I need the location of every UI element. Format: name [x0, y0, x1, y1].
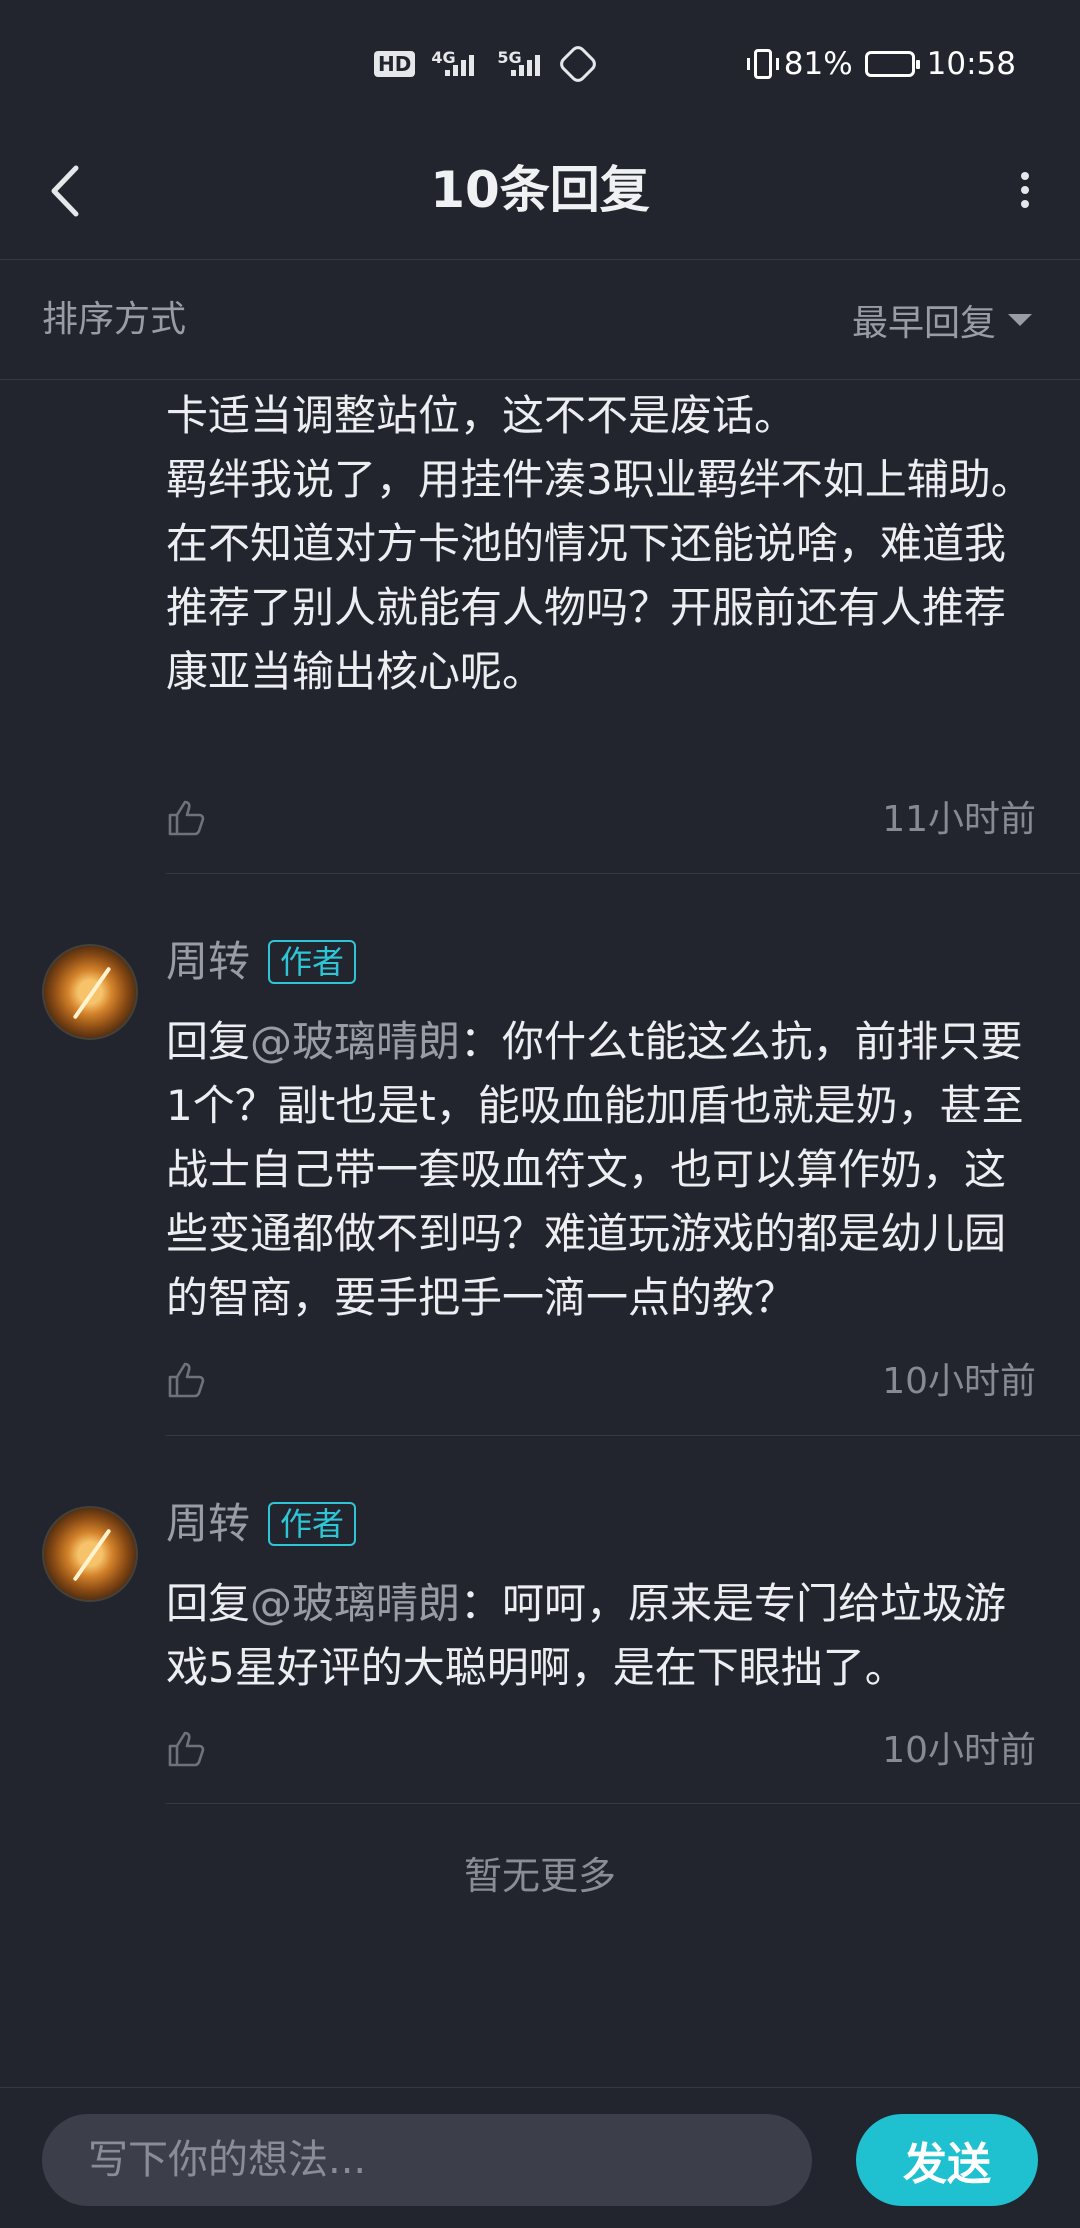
avatar[interactable] [42, 1506, 138, 1602]
hd-badge: HD [374, 51, 416, 77]
thumbs-up-icon[interactable] [166, 1360, 206, 1400]
no-more-label: 暂无更多 [463, 1854, 616, 1898]
comment-time: 11小时前 [882, 799, 1036, 840]
mention-link[interactable]: @玻璃晴朗 [250, 1579, 460, 1628]
gesture-icon [557, 42, 600, 86]
divider [166, 1435, 1080, 1436]
chevron-left-icon [51, 165, 79, 217]
comment-time: 10小时前 [882, 1730, 1036, 1771]
page-title: 10条回复 [430, 161, 650, 219]
reply-prefix: 回复 [166, 1579, 251, 1628]
comment-footer: 10小时前 [166, 1721, 1036, 1781]
thumbs-up-icon[interactable] [166, 1729, 206, 1769]
divider [0, 379, 1080, 380]
username[interactable]: 周转 [166, 1492, 250, 1556]
more-vertical-icon [1021, 172, 1029, 208]
clock: 10:58 [926, 46, 1016, 82]
signal-5g-icon: 5G [497, 46, 547, 82]
sort-selected-value: 最早回复 [851, 303, 996, 344]
send-button[interactable]: 发送 [856, 2114, 1038, 2206]
comment-footer: 10小时前 [166, 1352, 1036, 1412]
username[interactable]: 周转 [166, 930, 250, 994]
mention-link[interactable]: @玻璃晴朗 [250, 1017, 460, 1066]
avatar[interactable] [42, 944, 138, 1040]
comment-input-bar: 发送 [0, 2088, 1080, 2228]
sort-bar: 排序方式 最早回复 [0, 260, 1080, 380]
caret-down-icon [1008, 314, 1032, 326]
title-bar: 10条回复 [0, 120, 1080, 260]
comment-input[interactable] [42, 2114, 812, 2206]
battery-percent: 81% [783, 46, 853, 82]
reply-prefix: 回复 [166, 1017, 251, 1066]
author-badge: 作者 [268, 940, 357, 984]
author-badge: 作者 [268, 1502, 357, 1546]
back-button[interactable] [36, 156, 96, 226]
divider [166, 1803, 1080, 1804]
thumbs-up-icon[interactable] [166, 798, 206, 838]
sort-label: 排序方式 [42, 299, 187, 340]
divider [166, 873, 1080, 874]
status-right-icons: 81% 10:58 [746, 40, 1016, 88]
sort-dropdown[interactable]: 最早回复 [852, 260, 1032, 380]
status-left-icons: HD 4G 5G [374, 42, 600, 86]
comment-time: 10小时前 [882, 1361, 1036, 1402]
status-bar: HD 4G 5G 81% 10:58 [0, 0, 1080, 120]
comment-text: 回复@玻璃晴朗：你什么t能这么抗，前排只要1个？副t也是t，能吸血能加盾也就是奶… [166, 1010, 1046, 1330]
comment-text: 卡适当调整站位，这不不是废话。 羁绊我说了，用挂件凑3职业羁绊不如上辅助。 在不… [166, 391, 1033, 696]
battery-icon [864, 51, 920, 77]
comment-text: 回复@玻璃晴朗：呵呵，原来是专门给垃圾游戏5星好评的大聪明啊，是在下眼拙了。 [166, 1572, 1046, 1700]
more-button[interactable] [1000, 160, 1050, 220]
signal-4g-icon: 4G [431, 46, 481, 82]
vibrate-icon [746, 49, 779, 79]
comment-footer: 11小时前 [166, 790, 1036, 850]
